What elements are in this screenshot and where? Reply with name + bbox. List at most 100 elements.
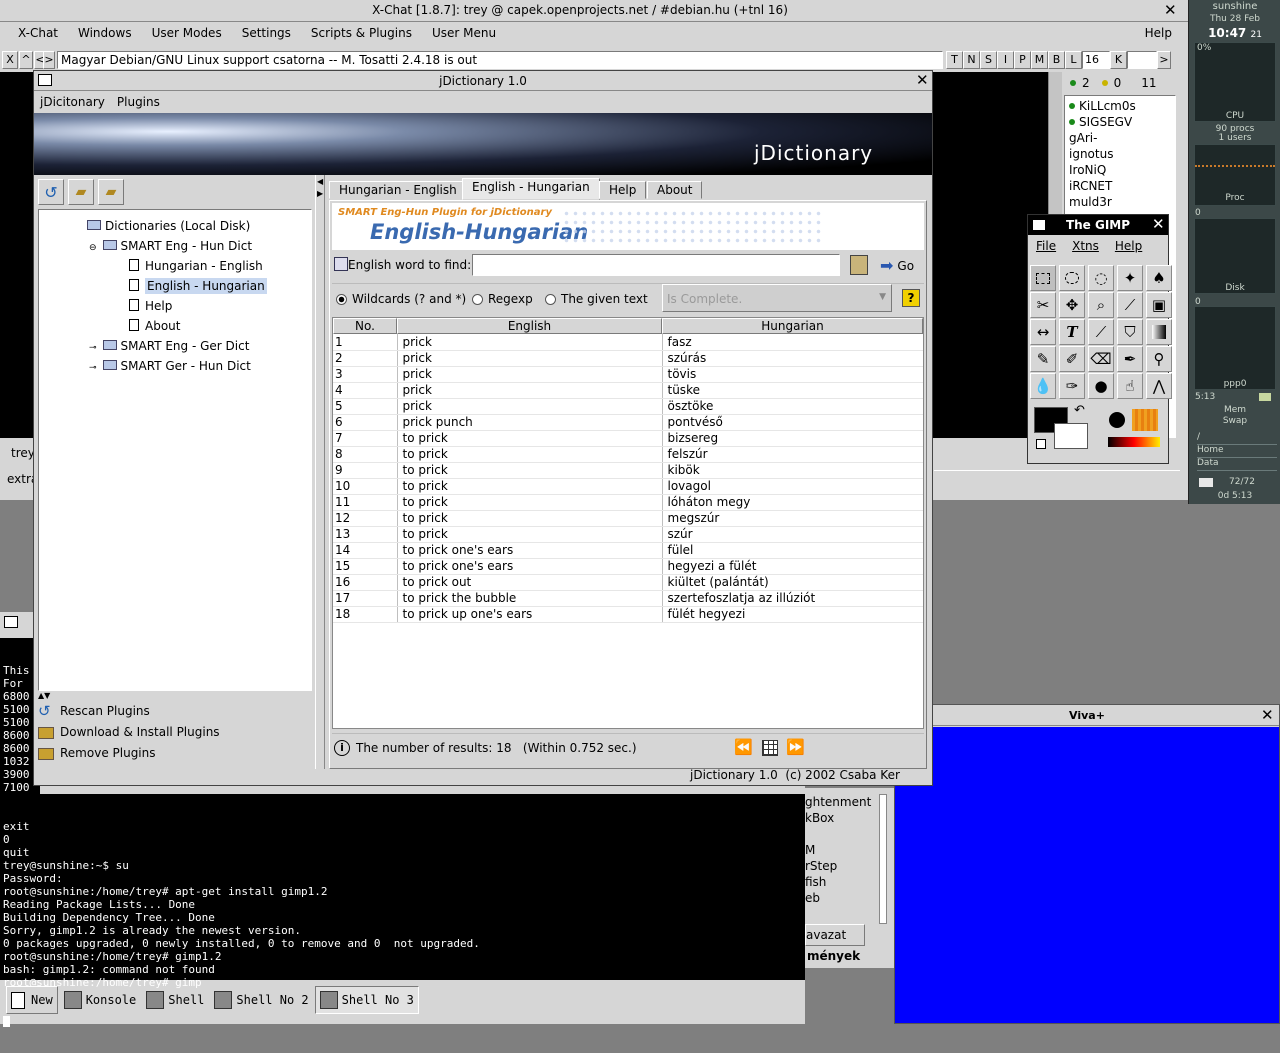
tree-item-about[interactable]: About (39, 316, 311, 336)
xchat-titlebar[interactable]: X-Chat [1.8.7]: trey @ capek.openproject… (0, 0, 1188, 22)
download-plugins-action[interactable]: Download & Install Plugins (38, 722, 312, 743)
small-button-next[interactable]: > (43, 51, 55, 69)
tree-dict-eng-ger[interactable]: ⊸ SMART Eng - Ger Dict (39, 336, 311, 356)
table-row[interactable]: 11 to prick lóháton megy (333, 494, 923, 511)
window-menu-icon[interactable] (4, 616, 18, 628)
blur-icon[interactable]: 💧 (1030, 373, 1056, 399)
remove-plugins-action[interactable]: Remove Plugins (38, 743, 312, 764)
column-header-hungarian[interactable]: Hungarian (662, 318, 923, 334)
help-icon[interactable]: ? (902, 289, 920, 307)
mode-b[interactable]: B (1048, 51, 1065, 69)
userlist-item[interactable]: IroNiQ (1065, 162, 1175, 178)
mode-l[interactable]: L (1065, 51, 1082, 69)
gimp-titlebar[interactable]: The GIMP ✕ (1028, 215, 1168, 235)
userlist-item[interactable]: SIGSEGV (1065, 114, 1175, 130)
tab-english-hungarian[interactable]: English - Hungarian (462, 178, 600, 200)
userlist-item[interactable]: gAri- (1065, 130, 1175, 146)
mode-k[interactable]: K (1110, 51, 1127, 69)
measure-icon[interactable]: ⋀ (1146, 373, 1172, 399)
tree-root[interactable]: Dictionaries (Local Disk) (39, 216, 311, 236)
table-row[interactable]: 6 prick punch pontvéső (333, 414, 923, 431)
limit-field[interactable]: 16 (1082, 51, 1110, 69)
tab-shell-3[interactable]: Shell No 3 (314, 986, 419, 1014)
tab-shell[interactable]: Shell (142, 986, 208, 1014)
ink-icon[interactable]: ✑ (1059, 373, 1085, 399)
tree-item-english-hungarian[interactable]: English - Hungarian (39, 276, 311, 296)
clone-icon[interactable]: ⚲ (1146, 346, 1172, 372)
back-arrow-icon[interactable]: ↺ (38, 179, 64, 205)
default-colors-icon[interactable] (1036, 439, 1046, 449)
jdict-titlebar[interactable]: jDictionary 1.0 ✕ (34, 71, 932, 91)
table-row[interactable]: 13 to prick szúr (333, 526, 923, 543)
terminal-output[interactable]: exit 0 quit trey@sunshine:~$ su Password: roo… (0, 794, 805, 1027)
magic-wand-icon[interactable]: ✦ (1117, 265, 1143, 291)
table-row[interactable]: 18 to prick up one's ears fülét hegyezi (333, 606, 923, 623)
table-row[interactable]: 4 prick tüske (333, 382, 923, 399)
grid-view-icon[interactable] (762, 740, 778, 756)
pattern-preview[interactable] (1132, 409, 1158, 431)
jdict-menu-plugins[interactable]: Plugins (111, 93, 166, 112)
table-row[interactable]: 9 to prick kibök (333, 462, 923, 479)
table-row[interactable]: 15 to prick one's ears hegyezi a fülét (333, 558, 923, 575)
tab-help[interactable]: Help (599, 181, 647, 199)
blend-icon[interactable] (1146, 319, 1172, 345)
collapse-right-icon[interactable]: ▶ (317, 189, 323, 198)
key-field[interactable] (1127, 51, 1157, 69)
dodge-burn-icon[interactable]: ● (1088, 373, 1114, 399)
bg-item[interactable]: ghtenment (805, 794, 875, 810)
gimp-menu-xtns[interactable]: Xtns (1064, 239, 1107, 259)
bg-item[interactable]: fish (805, 874, 875, 890)
color-swatches[interactable]: ↶ (1034, 403, 1094, 453)
table-row[interactable]: 17 to prick the bubble szertefoszlatja az … (333, 590, 923, 607)
eraser-icon[interactable]: ⌫ (1088, 346, 1114, 372)
bg-button[interactable]: avazat (805, 924, 865, 946)
paintbrush-icon[interactable]: ✐ (1059, 346, 1085, 372)
gimp-menu-help[interactable]: Help (1107, 239, 1150, 259)
pane-splitter[interactable]: ◀ ▶ (315, 175, 325, 769)
next-page-icon[interactable]: ⏩ (786, 738, 805, 756)
table-row[interactable]: 7 to prick bizsereg (333, 430, 923, 447)
bg-item[interactable]: rStep (805, 858, 875, 874)
bg-scrollbar[interactable] (879, 794, 887, 924)
bucket-fill-icon[interactable]: ⛉ (1117, 319, 1143, 345)
table-row[interactable]: 2 prick szúrás (333, 350, 923, 367)
userlist-toggle[interactable]: > (1157, 51, 1171, 69)
crop-icon[interactable]: ⟋ (1117, 292, 1143, 318)
tab-new[interactable]: New (6, 986, 58, 1014)
tab-about[interactable]: About (647, 181, 703, 199)
text-icon[interactable]: T (1059, 319, 1085, 345)
radio-wildcards[interactable]: Wildcards (? and *) (336, 292, 466, 306)
close-icon[interactable]: ✕ (916, 72, 929, 88)
gimp-menu-file[interactable]: File (1028, 239, 1064, 259)
close-icon[interactable]: ✕ (1261, 707, 1274, 723)
menu-xchat[interactable]: X-Chat (0, 23, 68, 45)
userlist-item[interactable]: muld3r (1065, 194, 1175, 210)
close-icon[interactable]: ✕ (1164, 2, 1177, 18)
tab-konsole[interactable]: Konsole (60, 986, 141, 1014)
menu-windows[interactable]: Windows (68, 23, 142, 45)
match-mode-combo[interactable]: Is Complete. ▼ (662, 284, 892, 312)
viva-canvas[interactable] (895, 727, 1279, 1023)
small-button-up[interactable]: ^ (19, 51, 33, 69)
rescan-plugins-action[interactable]: ↺ Rescan Plugins (38, 701, 312, 722)
move-icon[interactable]: ✥ (1059, 292, 1085, 318)
lasso-icon[interactable]: ◌ (1088, 265, 1114, 291)
close-icon[interactable]: ✕ (1152, 216, 1165, 232)
airbrush-icon[interactable]: ✒ (1117, 346, 1143, 372)
bg-item[interactable]: eb (805, 890, 875, 906)
tree-item-help[interactable]: Help (39, 296, 311, 316)
radio-regexp[interactable]: Regexp (472, 292, 533, 306)
table-row[interactable]: 14 to prick one's ears fülel (333, 542, 923, 559)
viva-titlebar[interactable]: Viva+ ✕ (895, 705, 1279, 726)
plugin-folder-icon[interactable]: ▰ (98, 179, 124, 205)
prev-page-icon[interactable]: ⏪ (734, 738, 753, 756)
topic-field[interactable]: Magyar Debian/GNU Linux support csatorna… (57, 51, 943, 69)
bg-item[interactable]: kBox (805, 810, 875, 826)
background-color[interactable] (1054, 423, 1088, 449)
table-row[interactable]: 5 prick ösztöke (333, 398, 923, 415)
brush-preview[interactable] (1106, 409, 1128, 431)
table-row[interactable]: 8 to prick felszúr (333, 446, 923, 463)
bezier-select-icon[interactable]: ♠ (1146, 265, 1172, 291)
split-handle-icon[interactable]: ▲▼ (38, 691, 50, 700)
mode-n[interactable]: N (963, 51, 980, 69)
